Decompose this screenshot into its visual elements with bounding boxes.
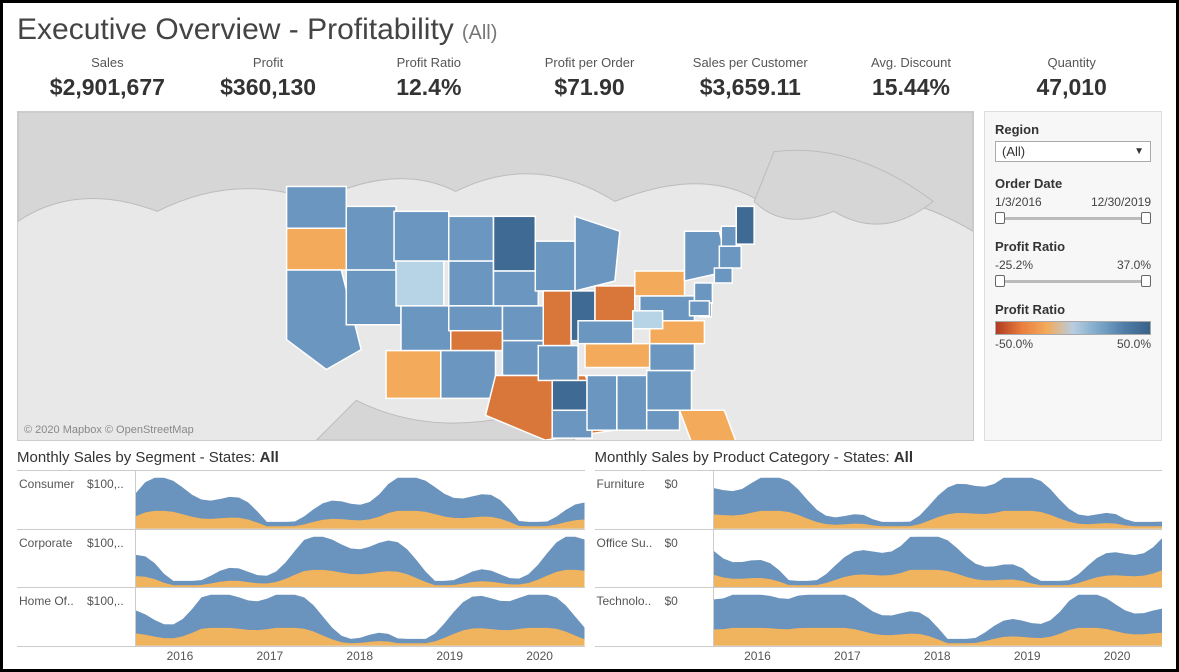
sparkline[interactable] — [135, 530, 585, 588]
y-axis-label: $0 — [665, 530, 713, 588]
slider-handle-max[interactable] — [1141, 275, 1151, 287]
row-label: Furniture — [595, 471, 665, 529]
y-axis-label: $0 — [665, 471, 713, 529]
small-multiple-row[interactable]: Corporate $100,.. — [17, 530, 585, 589]
slider-min: -25.2% — [995, 258, 1033, 272]
x-tick: 2017 — [225, 649, 315, 663]
x-tick: 2020 — [1072, 649, 1162, 663]
kpi-label: Profit Ratio — [348, 55, 509, 70]
slider-handle-max[interactable] — [1141, 212, 1151, 224]
y-axis-label: $0 — [665, 588, 713, 646]
kpi-profit-per-order[interactable]: Profit per Order $71.90 — [509, 55, 670, 101]
sparkline[interactable] — [713, 471, 1163, 529]
slider-max: 12/30/2019 — [1091, 195, 1151, 209]
sparkline[interactable] — [135, 588, 585, 646]
kpi-value: $2,901,677 — [27, 74, 188, 101]
row-label: Corporate — [17, 530, 87, 588]
color-legend: Profit Ratio -50.0% 50.0% — [995, 302, 1151, 351]
kpi-label: Sales per Customer — [670, 55, 831, 70]
slider-handle-min[interactable] — [995, 212, 1005, 224]
legend-gradient — [995, 321, 1151, 335]
sparkline[interactable] — [135, 471, 585, 529]
y-axis-label: $100,.. — [87, 471, 135, 529]
chart-title: Monthly Sales by Segment - States: All — [17, 449, 585, 466]
chart-title: Monthly Sales by Product Category - Stat… — [595, 449, 1163, 466]
kpi-value: $360,130 — [188, 74, 349, 101]
kpi-avg-discount[interactable]: Avg. Discount 15.44% — [831, 55, 992, 101]
map-attribution: © 2020 Mapbox © OpenStreetMap — [24, 424, 194, 436]
map-profit-ratio-choropleth[interactable]: © 2020 Mapbox © OpenStreetMap — [17, 111, 974, 441]
dropdown-value: (All) — [1002, 144, 1025, 159]
x-tick: 2020 — [495, 649, 585, 663]
kpi-value: 12.4% — [348, 74, 509, 101]
filters-panel: Region (All) ▼ Order Date 1/3/2016 12/30… — [984, 111, 1162, 441]
filter-region: Region (All) ▼ — [995, 122, 1151, 162]
small-multiple-row[interactable]: Furniture $0 — [595, 470, 1163, 530]
category-sales-chart[interactable]: Monthly Sales by Product Category - Stat… — [595, 449, 1163, 663]
order-date-slider[interactable] — [995, 211, 1151, 225]
x-axis: 20162017201820192020 — [17, 649, 585, 663]
kpi-label: Profit — [188, 55, 349, 70]
legend-max: 50.0% — [1117, 337, 1151, 351]
y-axis-label: $100,.. — [87, 530, 135, 588]
y-axis-label: $100,.. — [87, 588, 135, 646]
kpi-row: Sales $2,901,677 Profit $360,130 Profit … — [17, 55, 1162, 111]
legend-min: -50.0% — [995, 337, 1033, 351]
filter-label: Profit Ratio — [995, 239, 1151, 254]
x-tick: 2016 — [713, 649, 803, 663]
region-dropdown[interactable]: (All) ▼ — [995, 141, 1151, 162]
x-axis: 20162017201820192020 — [595, 649, 1163, 663]
slider-handle-min[interactable] — [995, 275, 1005, 287]
chevron-down-icon: ▼ — [1134, 146, 1144, 157]
profit-ratio-slider[interactable] — [995, 274, 1151, 288]
kpi-value: $71.90 — [509, 74, 670, 101]
kpi-profit-ratio[interactable]: Profit Ratio 12.4% — [348, 55, 509, 101]
small-multiple-row[interactable]: Home Of.. $100,.. — [17, 588, 585, 647]
kpi-value: $3,659.11 — [670, 74, 831, 101]
kpi-value: 15.44% — [831, 74, 992, 101]
kpi-label: Avg. Discount — [831, 55, 992, 70]
small-multiple-row[interactable]: Technolo.. $0 — [595, 588, 1163, 647]
legend-label: Profit Ratio — [995, 302, 1151, 317]
row-label: Home Of.. — [17, 588, 87, 646]
slider-min: 1/3/2016 — [995, 195, 1042, 209]
kpi-label: Sales — [27, 55, 188, 70]
x-tick: 2017 — [802, 649, 892, 663]
slider-max: 37.0% — [1117, 258, 1151, 272]
x-tick: 2018 — [315, 649, 405, 663]
filter-label: Region — [995, 122, 1151, 137]
sparkline[interactable] — [713, 588, 1163, 646]
row-label: Consumer — [17, 471, 87, 529]
filter-profit-ratio: Profit Ratio -25.2% 37.0% — [995, 239, 1151, 288]
kpi-sales-per-customer[interactable]: Sales per Customer $3,659.11 — [670, 55, 831, 101]
x-tick: 2019 — [982, 649, 1072, 663]
kpi-sales[interactable]: Sales $2,901,677 — [27, 55, 188, 101]
filter-order-date: Order Date 1/3/2016 12/30/2019 — [995, 176, 1151, 225]
x-tick: 2018 — [892, 649, 982, 663]
kpi-label: Quantity — [991, 55, 1152, 70]
segment-sales-chart[interactable]: Monthly Sales by Segment - States: All C… — [17, 449, 585, 663]
filter-label: Order Date — [995, 176, 1151, 191]
sparkline[interactable] — [713, 530, 1163, 588]
kpi-value: 47,010 — [991, 74, 1152, 101]
small-multiple-row[interactable]: Office Su.. $0 — [595, 530, 1163, 589]
kpi-quantity[interactable]: Quantity 47,010 — [991, 55, 1152, 101]
kpi-label: Profit per Order — [509, 55, 670, 70]
row-label: Office Su.. — [595, 530, 665, 588]
row-label: Technolo.. — [595, 588, 665, 646]
x-tick: 2016 — [135, 649, 225, 663]
dashboard-title-row: Executive Overview - Profitability (All) — [17, 13, 1162, 47]
small-multiple-row[interactable]: Consumer $100,.. — [17, 470, 585, 530]
dashboard-title: Executive Overview - Profitability — [17, 13, 454, 47]
x-tick: 2019 — [405, 649, 495, 663]
kpi-profit[interactable]: Profit $360,130 — [188, 55, 349, 101]
dashboard-title-filter: (All) — [462, 22, 498, 45]
